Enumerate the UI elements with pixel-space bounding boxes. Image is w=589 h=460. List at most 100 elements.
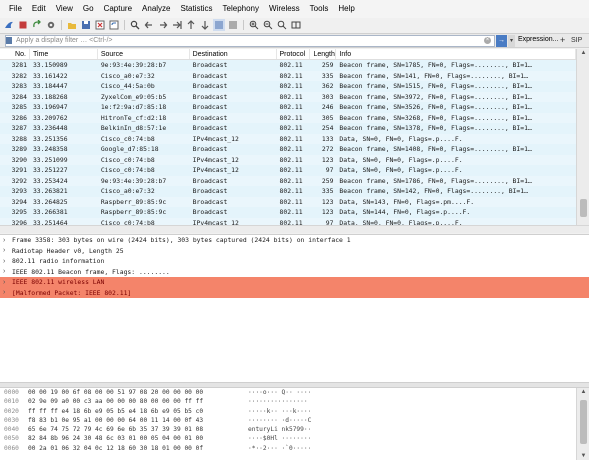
packet-row[interactable]: 3290 33.251099 Cisco_c0:74:b8 IPv4mcast_12 8…: [0, 154, 576, 165]
first-packet-icon[interactable]: [185, 19, 197, 31]
col-info-header[interactable]: Info: [336, 49, 576, 59]
menu-go[interactable]: Go: [78, 0, 99, 18]
bytes-scrollbar[interactable]: ▲ ▼: [576, 388, 589, 460]
bytes-ascii[interactable]: ····$0Hl ········: [248, 434, 348, 443]
packet-row[interactable]: 3292 33.253424 9e:93:4e:39:28:b7 Broadcast 8…: [0, 175, 576, 186]
expand-chevron-icon[interactable]: ›: [3, 268, 12, 275]
restart-icon[interactable]: [31, 19, 43, 31]
forward-arrow-icon[interactable]: [157, 19, 169, 31]
packet-row[interactable]: 3287 33.236448 BelkinIn_d8:57:1e Broadcast 8…: [0, 123, 576, 134]
bytes-hex[interactable]: 65 6e 74 75 72 79 4c 69 6e 6b 35 37 39 3…: [28, 425, 248, 434]
bytes-ascii[interactable]: ········ ·d·····C: [248, 416, 348, 425]
display-filter-input[interactable]: Apply a display filter … <Ctrl-/>: [5, 35, 495, 47]
add-filter-button[interactable]: +: [560, 35, 565, 45]
detail-row-malformed[interactable]: › IEEE 802.11 wireless LAN: [0, 277, 589, 288]
packet-row[interactable]: 3294 33.264825 Raspberr_89:85:9c Broadcast 8…: [0, 196, 576, 207]
packet-row[interactable]: 3282 33.161422 Cisco_a0:e7:32 Broadcast 802.…: [0, 70, 576, 81]
scroll-up-icon[interactable]: ▲: [577, 50, 589, 56]
apply-filter-button[interactable]: →: [496, 35, 507, 47]
expand-chevron-icon[interactable]: ›: [3, 237, 12, 244]
expression-button[interactable]: Expression...: [518, 36, 558, 43]
bytes-offset[interactable]: 0010: [0, 397, 28, 406]
detail-row[interactable]: › Radiotap Header v0, Length 25: [0, 246, 589, 257]
expand-chevron-icon[interactable]: ›: [3, 279, 12, 286]
scroll-down-icon[interactable]: ▼: [577, 453, 589, 459]
bytes-hex[interactable]: 00 00 19 00 6f 08 00 00 51 97 08 20 00 0…: [28, 388, 248, 397]
packet-row[interactable]: 3291 33.251227 Cisco_c0:74:b8 IPv4mcast_12 8…: [0, 165, 576, 176]
bytes-offset[interactable]: 0020: [0, 407, 28, 416]
bytes-offset[interactable]: 0000: [0, 388, 28, 397]
bytes-ascii[interactable]: enturyLi nk5799··: [248, 425, 348, 434]
reload-icon[interactable]: [108, 19, 120, 31]
menu-capture[interactable]: Capture: [99, 0, 137, 18]
bytes-offset[interactable]: 0050: [0, 434, 28, 443]
packet-row[interactable]: 3283 33.184447 Cisco_44:5a:0b Broadcast 802.…: [0, 81, 576, 92]
col-no-header[interactable]: No.: [0, 49, 30, 59]
resize-columns-icon[interactable]: [290, 19, 302, 31]
autoscroll-icon[interactable]: [213, 19, 225, 31]
packet-row[interactable]: 3286 33.209762 HitronTe_cf:d2:18 Broadcast 8…: [0, 112, 576, 123]
find-icon[interactable]: [129, 19, 141, 31]
bytes-hex[interactable]: 82 84 8b 96 24 30 48 6c 03 01 00 05 04 0…: [28, 434, 248, 443]
packet-row[interactable]: 3295 33.266381 Raspberr_89:85:9c Broadcast 8…: [0, 207, 576, 218]
bytes-hex[interactable]: 02 9e 09 a0 00 c3 aa 00 00 00 80 00 00 0…: [28, 397, 248, 406]
last-packet-icon[interactable]: [199, 19, 211, 31]
packet-row[interactable]: 3288 33.251356 Cisco_c0:74:b8 IPv4mcast_12 8…: [0, 133, 576, 144]
col-destination-header[interactable]: Destination: [190, 49, 277, 59]
expand-chevron-icon[interactable]: ›: [3, 258, 12, 265]
col-source-header[interactable]: Source: [98, 49, 190, 59]
sip-filter-button[interactable]: SIP: [571, 37, 582, 44]
menu-edit[interactable]: Edit: [27, 0, 51, 18]
filter-history-dropdown[interactable]: ▾: [508, 35, 515, 47]
menu-view[interactable]: View: [51, 0, 78, 18]
col-length-header[interactable]: Length: [310, 49, 337, 59]
packet-row[interactable]: 3281 33.150989 9e:93:4e:39:28:b7 Broadcast 8…: [0, 60, 576, 71]
bytes-ascii[interactable]: ················: [248, 397, 348, 406]
col-protocol-header[interactable]: Protocol: [277, 49, 311, 59]
expand-chevron-icon[interactable]: ›: [3, 289, 12, 296]
go-to-packet-icon[interactable]: [171, 19, 183, 31]
detail-row[interactable]: › Frame 3358: 303 bytes on wire (2424 bit…: [0, 235, 589, 246]
colorize-icon[interactable]: [227, 19, 239, 31]
bytes-offset[interactable]: 0060: [0, 444, 28, 453]
bytes-offset[interactable]: 0040: [0, 425, 28, 434]
bytes-offset[interactable]: 0030: [0, 416, 28, 425]
bytes-ascii[interactable]: ·····k·· ···k····: [248, 407, 348, 416]
packet-list-horizontal-scrollbar[interactable]: [0, 225, 589, 233]
packet-row[interactable]: 3285 33.196947 1e:f2:9a:d7:85:18 Broadcast 8…: [0, 102, 576, 113]
packet-row[interactable]: 3284 33.188268 ZyxelCom_e9:05:b5 Broadcast 8…: [0, 91, 576, 102]
clear-filter-icon[interactable]: ×: [484, 37, 491, 44]
col-time-header[interactable]: Time: [30, 49, 98, 59]
detail-row[interactable]: › 802.11 radio information: [0, 256, 589, 267]
filter-bookmark-icon[interactable]: [6, 37, 12, 44]
options-gear-icon[interactable]: [45, 19, 57, 31]
menu-telephony[interactable]: Telephony: [218, 0, 264, 18]
bytes-hex[interactable]: ff ff ff e4 18 6b e9 05 b5 e4 18 6b e9 0…: [28, 407, 248, 416]
menu-wireless[interactable]: Wireless: [264, 0, 305, 18]
menu-tools[interactable]: Tools: [305, 0, 334, 18]
bytes-ascii[interactable]: ·*··2··· ·`0·····: [248, 444, 348, 453]
packet-row[interactable]: 3296 33.251464 Cisco_c0:74:b8 IPv4mcast_12 8…: [0, 217, 576, 225]
menu-help[interactable]: Help: [333, 0, 359, 18]
open-file-icon[interactable]: [66, 19, 78, 31]
menu-statistics[interactable]: Statistics: [176, 0, 218, 18]
normal-size-icon[interactable]: [276, 19, 288, 31]
scroll-thumb[interactable]: [580, 400, 587, 444]
bytes-hex[interactable]: f8 83 b1 0e 95 a1 00 00 00 64 00 11 14 0…: [28, 416, 248, 425]
shark-fin-icon[interactable]: [3, 19, 15, 31]
bytes-ascii[interactable]: ····o··· Q·· ····: [248, 388, 348, 397]
close-file-icon[interactable]: [94, 19, 106, 31]
detail-row-malformed[interactable]: › [Malformed Packet: IEEE 802.11]: [0, 287, 589, 298]
scroll-thumb[interactable]: [580, 199, 587, 217]
packet-list-scrollbar[interactable]: ▲: [576, 49, 589, 225]
bytes-hex[interactable]: 00 2a 01 06 32 04 0c 12 18 60 30 18 01 0…: [28, 444, 248, 453]
packet-row[interactable]: 3293 33.263821 Cisco_a0:e7:32 Broadcast 802.…: [0, 186, 576, 197]
menu-analyze[interactable]: Analyze: [137, 0, 175, 18]
packet-row[interactable]: 3289 33.248358 Google_d7:85:18 Broadcast 802…: [0, 144, 576, 155]
expand-chevron-icon[interactable]: ›: [3, 247, 12, 254]
zoom-out-icon[interactable]: [262, 19, 274, 31]
scroll-up-icon[interactable]: ▲: [577, 389, 589, 395]
back-arrow-icon[interactable]: [143, 19, 155, 31]
stop-icon[interactable]: [17, 19, 29, 31]
detail-row[interactable]: › IEEE 802.11 Beacon frame, Flags: ......…: [0, 267, 589, 278]
